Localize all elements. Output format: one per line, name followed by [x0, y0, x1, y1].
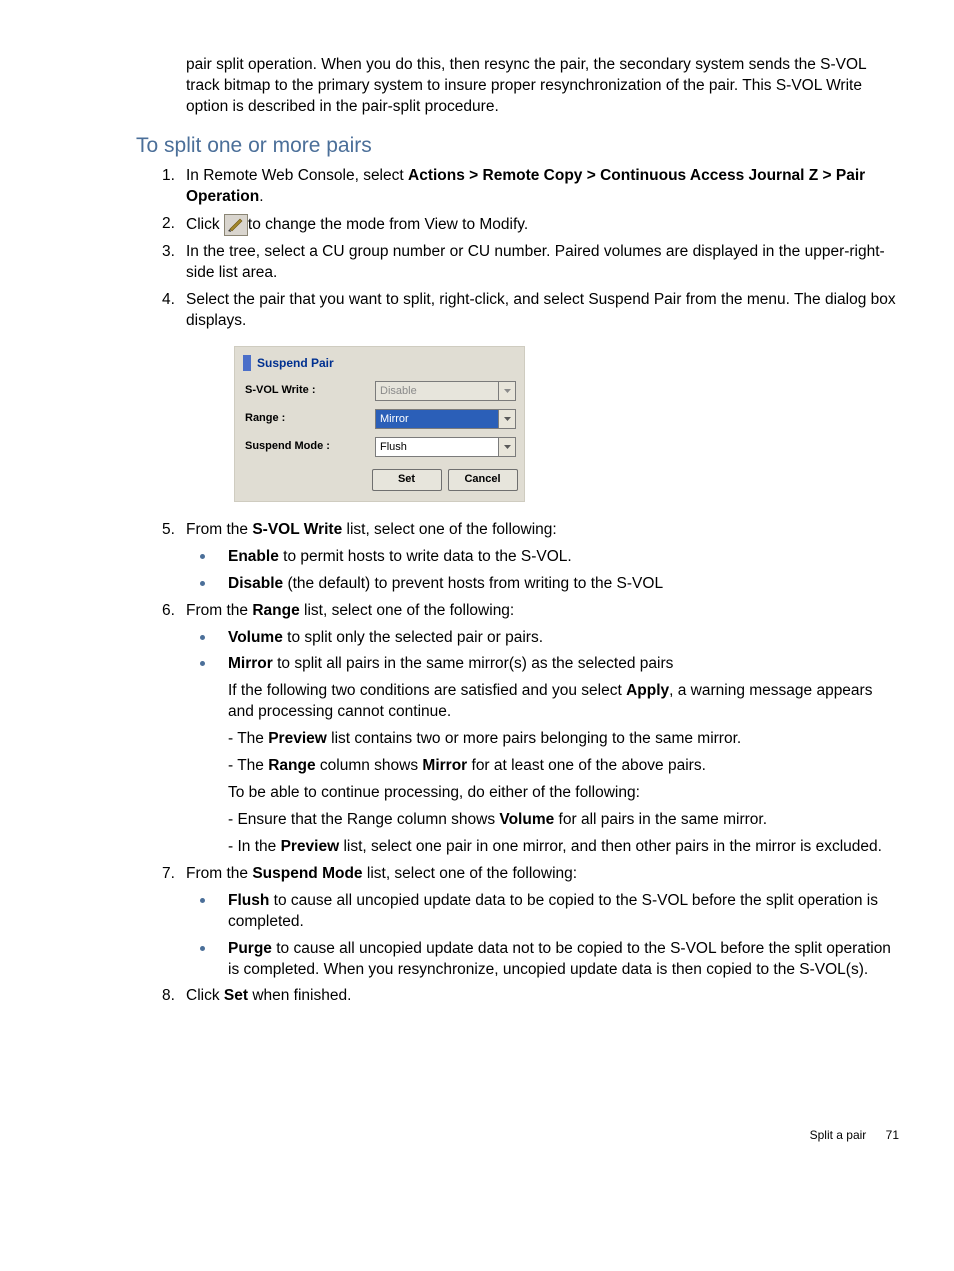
bullet-icon	[200, 554, 205, 559]
step-5: 5. From the S-VOL Write list, select one…	[186, 520, 899, 595]
bullet-icon	[200, 661, 205, 666]
step-7: 7. From the Suspend Mode list, select on…	[186, 864, 899, 981]
step1-text-a: In Remote Web Console, select	[186, 167, 408, 184]
step6-mirror: Mirror to split all pairs in the same mi…	[188, 654, 899, 857]
dropdown-arrow-icon	[498, 410, 515, 428]
mirror-note-2: - The Preview list contains two or more …	[228, 729, 899, 750]
title-marker-icon	[243, 355, 251, 371]
p5a: - Ensure that the Range column shows	[228, 811, 499, 828]
svol-write-label: S-VOL Write :	[245, 383, 375, 398]
step4-text: Select the pair that you want to split, …	[186, 291, 896, 329]
mirror-text: to split all pairs in the same mirror(s)…	[273, 655, 674, 672]
step5-text-a: From the	[186, 521, 252, 538]
svol-write-dropdown[interactable]: Disable	[375, 381, 516, 401]
range-row: Range : Mirror	[235, 405, 524, 433]
svol-write-value: Disable	[376, 382, 498, 400]
step6-text-c: list, select one of the following:	[300, 602, 515, 619]
p1b: Apply	[626, 682, 669, 699]
bullet-icon	[200, 898, 205, 903]
step-6: 6. From the Range list, select one of th…	[186, 601, 899, 858]
step-8: 8. Click Set when finished.	[186, 986, 899, 1007]
step7-text-c: list, select one of the following:	[363, 865, 578, 882]
purge-text: to cause all uncopied update data not to…	[228, 940, 891, 978]
edit-mode-icon	[224, 214, 248, 236]
mirror-bold: Mirror	[228, 655, 273, 672]
dropdown-arrow-icon	[498, 382, 515, 400]
enable-bold: Enable	[228, 548, 279, 565]
p2c: list contains two or more pairs belongin…	[327, 730, 741, 747]
step5-disable: Disable (the default) to prevent hosts f…	[188, 574, 899, 595]
step3-text: In the tree, select a CU group number or…	[186, 243, 885, 281]
bullet-icon	[200, 635, 205, 640]
set-button[interactable]: Set	[372, 469, 442, 491]
p6a: - In the	[228, 838, 281, 855]
intro-paragraph: pair split operation. When you do this, …	[186, 55, 899, 118]
range-dropdown[interactable]: Mirror	[375, 409, 516, 429]
mirror-note-4: To be able to continue processing, do ei…	[228, 783, 899, 804]
step5-enable: Enable to permit hosts to write data to …	[188, 547, 899, 568]
p2b: Preview	[268, 730, 327, 747]
p6c: list, select one pair in one mirror, and…	[339, 838, 882, 855]
footer-page: 71	[886, 1127, 899, 1143]
step6-text-a: From the	[186, 602, 252, 619]
p3d: Mirror	[422, 757, 467, 774]
suspend-mode-value: Flush	[376, 438, 498, 456]
p1a: If the following two conditions are sati…	[228, 682, 626, 699]
mirror-note-5: - Ensure that the Range column shows Vol…	[228, 810, 899, 831]
section-heading: To split one or more pairs	[136, 132, 904, 160]
step1-text-c: .	[259, 188, 263, 205]
step8-text-c: when finished.	[248, 987, 351, 1004]
p3e: for at least one of the above pairs.	[467, 757, 706, 774]
step5-text-c: list, select one of the following:	[342, 521, 557, 538]
mirror-note-3: - The Range column shows Mirror for at l…	[228, 756, 899, 777]
dropdown-arrow-icon	[498, 438, 515, 456]
mirror-note-6: - In the Preview list, select one pair i…	[228, 837, 899, 858]
suspend-mode-dropdown[interactable]: Flush	[375, 437, 516, 457]
dialog-titlebar: Suspend Pair	[235, 347, 524, 377]
suspend-mode-label: Suspend Mode :	[245, 439, 375, 454]
disable-text: (the default) to prevent hosts from writ…	[283, 575, 663, 592]
cancel-button[interactable]: Cancel	[448, 469, 518, 491]
range-label: Range :	[245, 411, 375, 426]
p6b: Preview	[281, 838, 340, 855]
p5b: Volume	[499, 811, 554, 828]
bullet-icon	[200, 581, 205, 586]
dialog-title: Suspend Pair	[257, 355, 334, 371]
suspend-pair-dialog: Suspend Pair S-VOL Write : Disable Range…	[234, 346, 525, 502]
volume-bold: Volume	[228, 629, 283, 646]
step5-bold: S-VOL Write	[252, 521, 342, 538]
p2a: - The	[228, 730, 268, 747]
bullet-icon	[200, 946, 205, 951]
enable-text: to permit hosts to write data to the S-V…	[279, 548, 572, 565]
svol-write-row: S-VOL Write : Disable	[235, 377, 524, 405]
step-2: 2. Click to change the mode from View to…	[186, 214, 899, 236]
p3b: Range	[268, 757, 315, 774]
step-3: 3. In the tree, select a CU group number…	[186, 242, 899, 284]
step2-text-b: to change the mode from View to Modify.	[248, 216, 528, 233]
step8-text-a: Click	[186, 987, 224, 1004]
suspend-mode-row: Suspend Mode : Flush	[235, 433, 524, 461]
step7-purge: Purge to cause all uncopied update data …	[188, 939, 899, 981]
page-footer: Split a pair 71	[50, 1127, 904, 1143]
step7-text-a: From the	[186, 865, 252, 882]
step8-bold: Set	[224, 987, 248, 1004]
mirror-note-1: If the following two conditions are sati…	[228, 681, 899, 723]
footer-section: Split a pair	[810, 1128, 867, 1142]
purge-bold: Purge	[228, 940, 272, 957]
flush-bold: Flush	[228, 892, 269, 909]
step-4: 4. Select the pair that you want to spli…	[186, 290, 899, 502]
step7-flush: Flush to cause all uncopied update data …	[188, 891, 899, 933]
range-value: Mirror	[376, 410, 498, 428]
step6-bold: Range	[252, 602, 299, 619]
step6-volume: Volume to split only the selected pair o…	[188, 628, 899, 649]
p3c: column shows	[316, 757, 423, 774]
disable-bold: Disable	[228, 575, 283, 592]
step2-text-a: Click	[186, 216, 224, 233]
p5c: for all pairs in the same mirror.	[554, 811, 767, 828]
volume-text: to split only the selected pair or pairs…	[283, 629, 543, 646]
step7-bold: Suspend Mode	[252, 865, 362, 882]
flush-text: to cause all uncopied update data to be …	[228, 892, 878, 930]
p3a: - The	[228, 757, 268, 774]
step-1: 1. In Remote Web Console, select Actions…	[186, 166, 899, 208]
